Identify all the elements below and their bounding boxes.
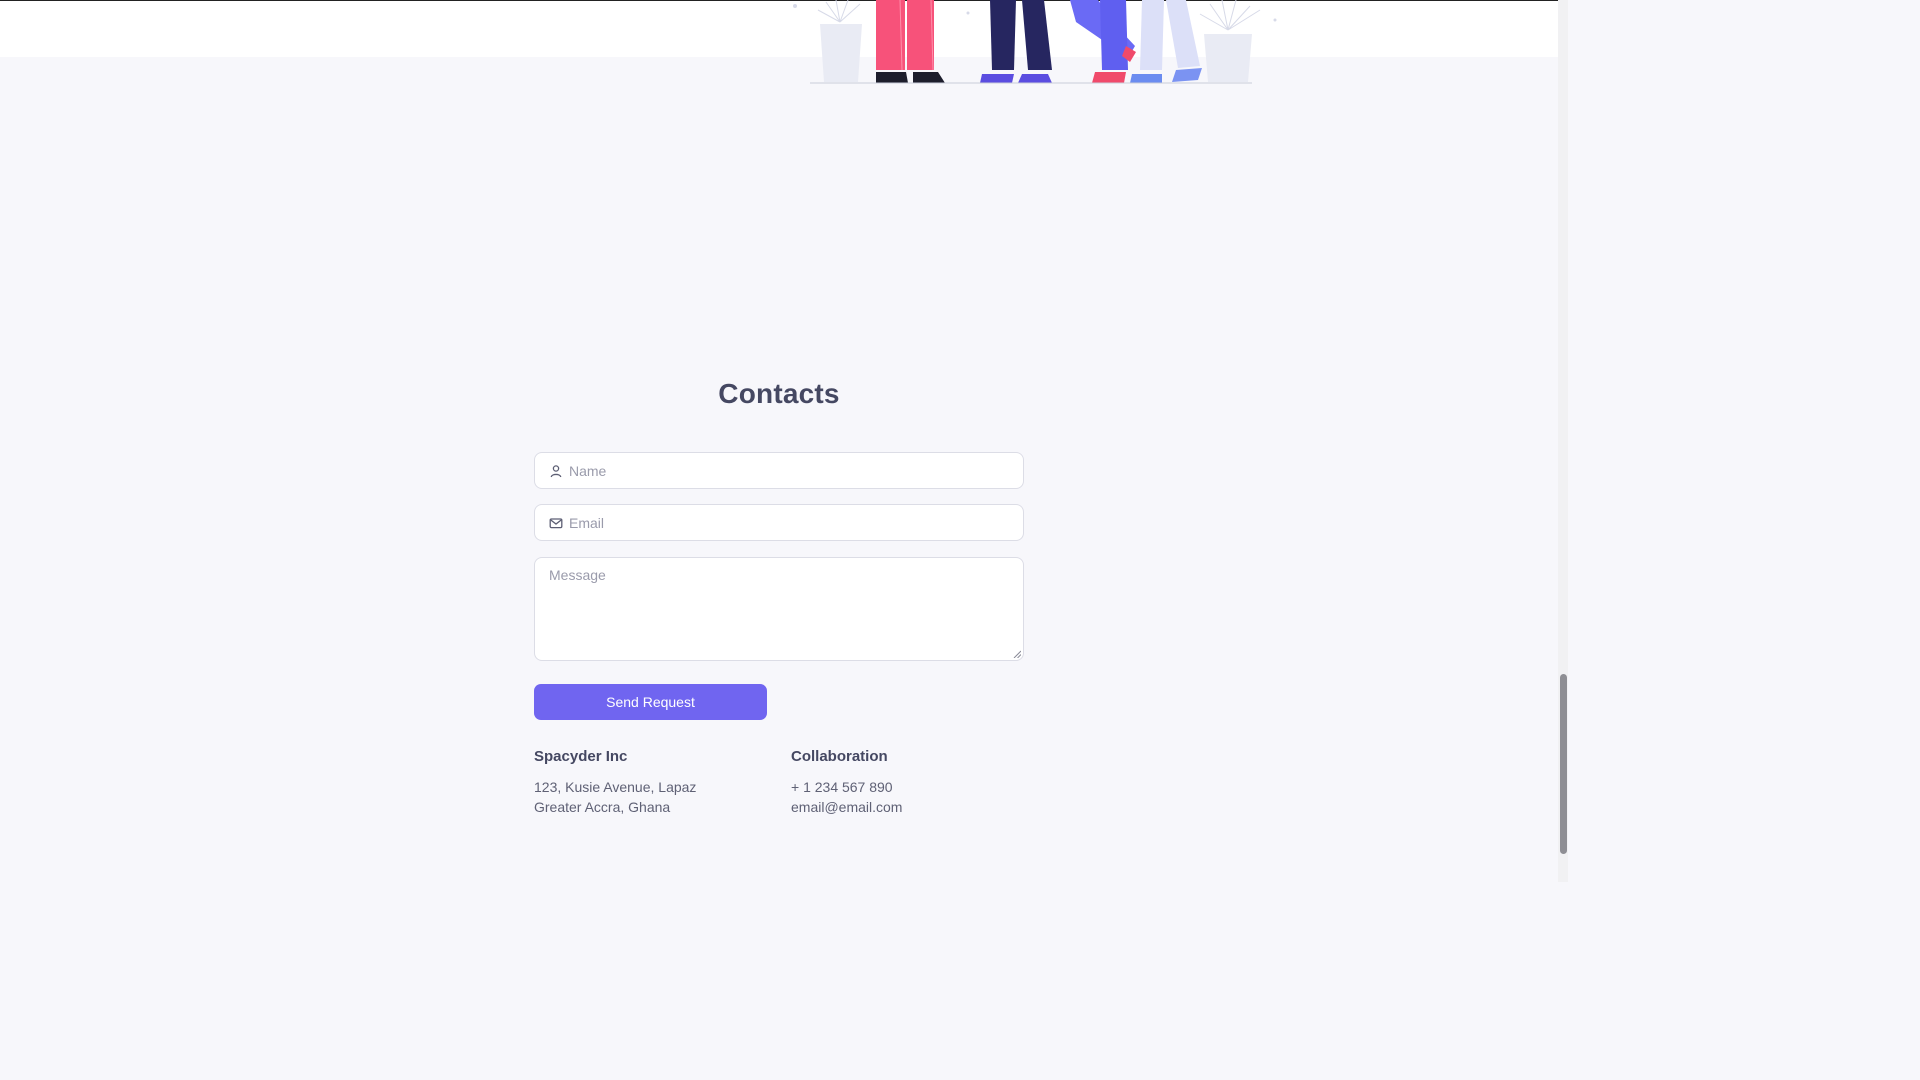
send-request-button[interactable]: Send Request (534, 684, 767, 720)
email-field[interactable] (534, 504, 1024, 541)
company-info: Spacyder Inc 123, Kusie Avenue, Lapaz Gr… (534, 748, 764, 817)
name-input[interactable] (569, 462, 1023, 479)
message-textarea[interactable] (535, 558, 1023, 660)
user-icon (549, 464, 563, 478)
resize-grip-icon[interactable] (1013, 650, 1021, 658)
message-field[interactable] (534, 557, 1024, 661)
phone-number[interactable]: + 1 234 567 890 (791, 777, 1021, 797)
collaboration-info: Collaboration + 1 234 567 890 email@emai… (791, 748, 1021, 817)
email-input[interactable] (569, 514, 1023, 531)
name-field[interactable] (534, 452, 1024, 489)
section-title: Contacts (718, 378, 840, 409)
collaboration-title: Collaboration (791, 748, 888, 765)
mail-icon (549, 516, 563, 530)
address-line-1: 123, Kusie Avenue, Lapaz (534, 779, 697, 795)
contact-email[interactable]: email@email.com (791, 797, 1021, 817)
company-name: Spacyder Inc (534, 748, 628, 765)
address-line-2: Greater Accra, Ghana (534, 799, 671, 815)
hero-section-bottom (0, 0, 1558, 57)
team-illustration (790, 0, 1280, 86)
scrollbar-thumb[interactable] (1560, 674, 1567, 854)
scrollbar[interactable] (1558, 0, 1568, 882)
